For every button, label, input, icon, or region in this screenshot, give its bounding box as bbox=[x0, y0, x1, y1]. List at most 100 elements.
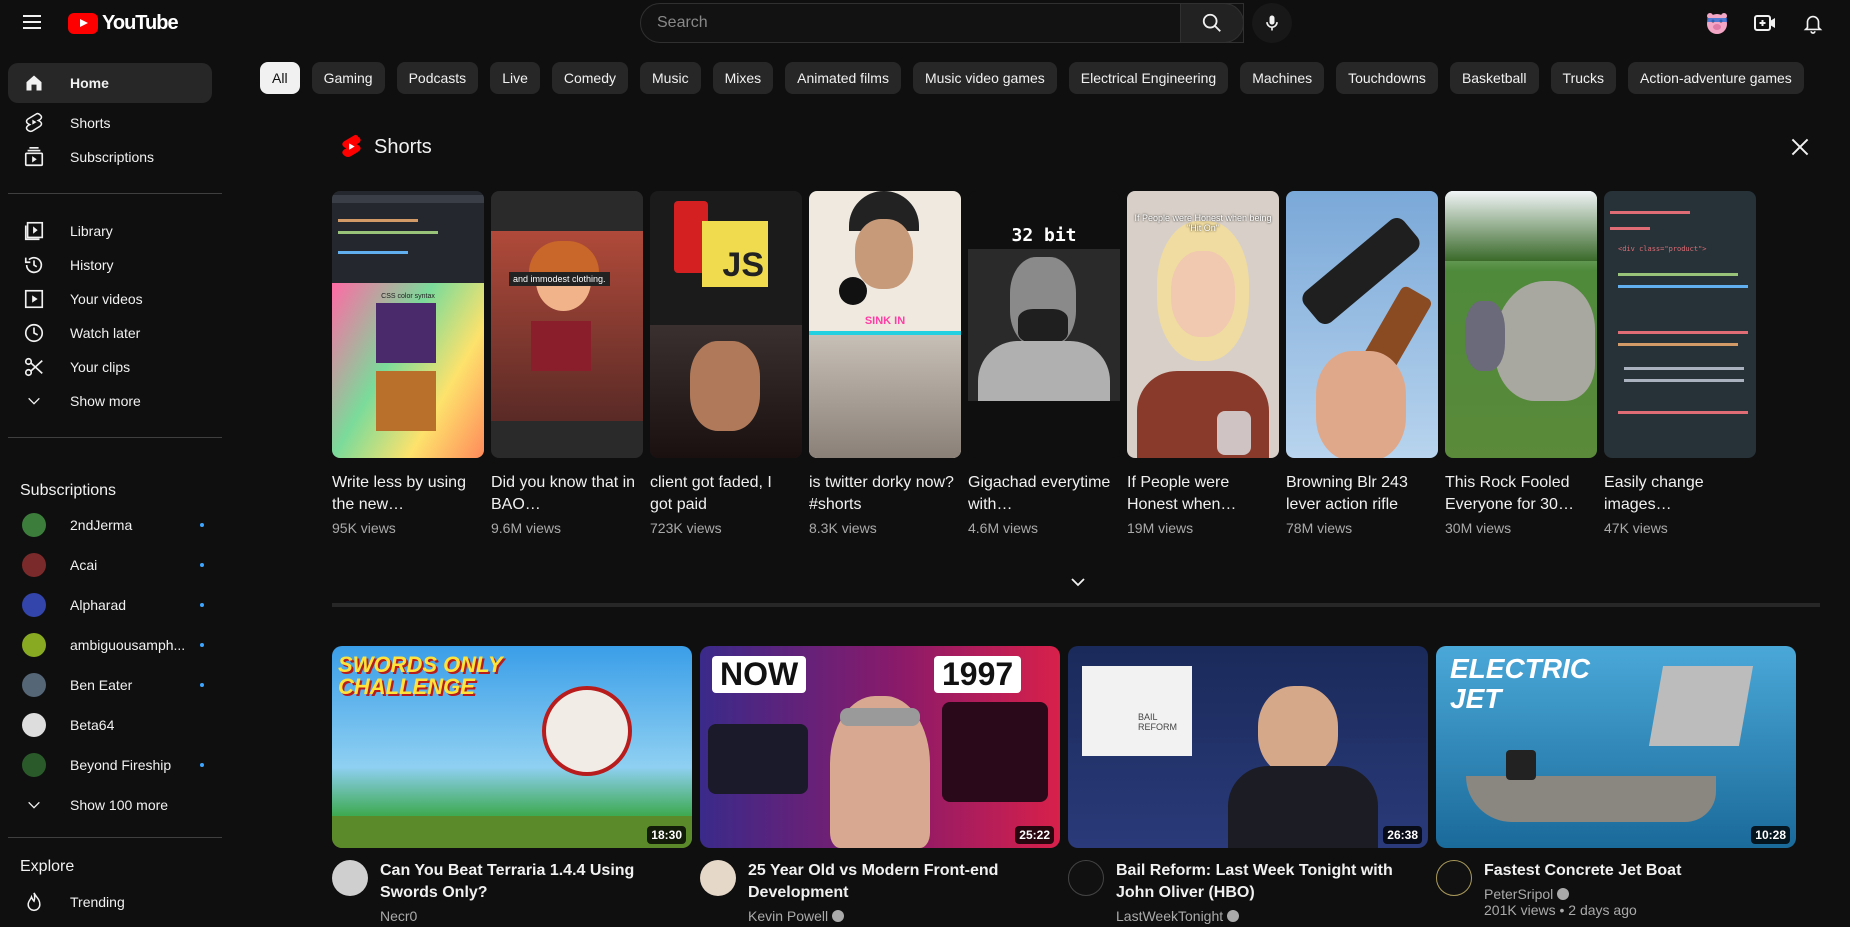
short-title[interactable]: Write less by using the new… bbox=[332, 472, 480, 516]
voice-search-button[interactable] bbox=[1252, 3, 1292, 43]
video-card[interactable]: SWORDS ONLY CHALLENGE 18:30 Can You Beat… bbox=[332, 646, 692, 924]
video-stats: 201K views • 2 days ago bbox=[1484, 902, 1637, 918]
short-title[interactable]: This Rock Fooled Everyone for 30… bbox=[1445, 472, 1593, 516]
video-title[interactable]: Bail Reform: Last Week Tonight with John… bbox=[1116, 860, 1416, 904]
short-thumbnail[interactable] bbox=[1445, 191, 1597, 458]
notifications-button[interactable] bbox=[1793, 3, 1833, 43]
your-videos-icon bbox=[22, 287, 46, 311]
short-title[interactable]: Browning Blr 243 lever action rifle bbox=[1286, 472, 1434, 516]
short-card[interactable]: <div class="product"> Easily change imag… bbox=[1604, 191, 1756, 536]
video-card[interactable]: BAIL REFORM 26:38 Bail Reform: Last Week… bbox=[1068, 646, 1428, 924]
video-thumbnail[interactable]: SWORDS ONLY CHALLENGE 18:30 bbox=[332, 646, 692, 848]
short-title[interactable]: If People were Honest when… bbox=[1127, 472, 1275, 516]
video-title[interactable]: 25 Year Old vs Modern Front-end Developm… bbox=[748, 860, 1048, 904]
chip[interactable]: Machines bbox=[1240, 62, 1325, 94]
channel-avatar[interactable] bbox=[332, 860, 368, 896]
video-thumbnail[interactable]: NOW 1997 25:22 bbox=[700, 646, 1060, 848]
short-card[interactable]: SINK IN is twitter dorky now? #shorts 8.… bbox=[809, 191, 961, 536]
short-title[interactable]: is twitter dorky now? #shorts bbox=[809, 472, 957, 516]
chip-all[interactable]: All bbox=[260, 62, 300, 94]
channel-avatar bbox=[22, 553, 46, 577]
chip[interactable]: Animated films bbox=[785, 62, 901, 94]
account-avatar[interactable] bbox=[1697, 3, 1737, 43]
subscription-item[interactable]: Ben Eater bbox=[8, 665, 212, 705]
short-card[interactable]: This Rock Fooled Everyone for 30… 30M vi… bbox=[1445, 191, 1597, 536]
chip[interactable]: Trucks bbox=[1550, 62, 1617, 94]
chevron-down-icon[interactable] bbox=[1066, 570, 1090, 594]
video-thumbnail[interactable]: ELECTRIC JET 10:28 bbox=[1436, 646, 1796, 848]
short-card[interactable]: CSS color syntax Write less by using the… bbox=[332, 191, 484, 536]
video-duration: 10:28 bbox=[1751, 826, 1790, 844]
trending-icon bbox=[22, 890, 46, 914]
chip[interactable]: Mixes bbox=[712, 62, 774, 94]
chip[interactable]: Music bbox=[640, 62, 701, 94]
channel-avatar[interactable] bbox=[1436, 860, 1472, 896]
thumbnail-caption: NOW bbox=[712, 656, 807, 693]
youtube-logo[interactable]: YouTube bbox=[68, 12, 179, 34]
subscription-item[interactable]: Acai bbox=[8, 545, 212, 585]
chip[interactable]: Live bbox=[490, 62, 540, 94]
subscription-item[interactable]: Beyond Fireship bbox=[8, 745, 212, 785]
channel-avatar[interactable] bbox=[700, 860, 736, 896]
short-thumbnail[interactable]: JS bbox=[650, 191, 802, 458]
short-card[interactable]: Browning Blr 243 lever action rifle 78M … bbox=[1286, 191, 1438, 536]
sidebar-item-subscriptions[interactable]: Subscriptions bbox=[8, 137, 212, 177]
video-title[interactable]: Fastest Concrete Jet Boat bbox=[1484, 860, 1784, 882]
sidebar-show-more[interactable]: Show more bbox=[8, 381, 212, 421]
subscription-item[interactable]: Beta64 bbox=[8, 705, 212, 745]
channel-name[interactable]: Kevin Powell bbox=[748, 908, 828, 924]
short-title[interactable]: Did you know that in BAO… bbox=[491, 472, 639, 516]
video-card[interactable]: ELECTRIC JET 10:28 Fastest Concrete Jet … bbox=[1436, 646, 1796, 918]
chip[interactable]: Action-adventure games bbox=[1628, 62, 1804, 94]
short-title[interactable]: client got faded, I got paid bbox=[650, 472, 798, 516]
channel-name: 2ndJerma bbox=[70, 517, 133, 533]
shorts-shelf-header: Shorts bbox=[340, 134, 432, 160]
subscription-item[interactable]: 2ndJerma bbox=[8, 505, 212, 545]
short-thumbnail[interactable]: CSS color syntax bbox=[332, 191, 484, 458]
close-icon[interactable] bbox=[1787, 134, 1813, 160]
video-title[interactable]: Can You Beat Terraria 1.4.4 Using Swords… bbox=[380, 860, 680, 904]
channel-name[interactable]: PeterSripol bbox=[1484, 886, 1553, 902]
search-input[interactable] bbox=[641, 4, 1243, 42]
short-thumbnail[interactable]: <div class="product"> bbox=[1604, 191, 1756, 458]
video-card[interactable]: NOW 1997 25:22 25 Year Old vs Modern Fro… bbox=[700, 646, 1060, 924]
channel-avatar[interactable] bbox=[1068, 860, 1104, 896]
short-title[interactable]: Gigachad everytime with… bbox=[968, 472, 1116, 516]
short-title[interactable]: Easily change images… bbox=[1604, 472, 1752, 516]
subscription-item[interactable]: ambiguousamph... bbox=[8, 625, 212, 665]
chip[interactable]: Touchdowns bbox=[1336, 62, 1438, 94]
short-card[interactable]: JS client got faded, I got paid 723K vie… bbox=[650, 191, 802, 536]
short-thumbnail[interactable]: If People were Honest when being "Hit On… bbox=[1127, 191, 1279, 458]
sidebar-item-trending[interactable]: Trending bbox=[8, 882, 212, 922]
short-card[interactable]: If People were Honest when being "Hit On… bbox=[1127, 191, 1279, 536]
chip[interactable]: Electrical Engineering bbox=[1068, 62, 1229, 94]
channel-name[interactable]: LastWeekTonight bbox=[1116, 908, 1223, 924]
short-card[interactable]: and immodest clothing. Did you know that… bbox=[491, 191, 643, 536]
channel-name: Acai bbox=[70, 557, 98, 573]
history-icon bbox=[22, 253, 46, 277]
chip[interactable]: Music video games bbox=[912, 62, 1057, 94]
chip[interactable]: Comedy bbox=[551, 62, 629, 94]
channel-name[interactable]: Necr0 bbox=[380, 908, 417, 924]
short-thumbnail[interactable] bbox=[1286, 191, 1438, 458]
short-thumbnail[interactable]: 32 bit bbox=[968, 191, 1120, 458]
chip[interactable]: Basketball bbox=[1449, 62, 1539, 94]
channel-avatar bbox=[22, 673, 46, 697]
sidebar-item-label: Show more bbox=[70, 393, 141, 409]
menu-icon[interactable] bbox=[20, 11, 44, 35]
create-button[interactable] bbox=[1745, 3, 1785, 43]
sidebar-item-home[interactable]: Home bbox=[8, 63, 212, 103]
subscription-item[interactable]: Alpharad bbox=[8, 585, 212, 625]
video-thumbnail[interactable]: BAIL REFORM 26:38 bbox=[1068, 646, 1428, 848]
chip[interactable]: Gaming bbox=[311, 62, 385, 94]
short-views: 723K views bbox=[650, 520, 722, 536]
sidebar: Home Shorts Subscriptions Library Histor… bbox=[0, 56, 236, 927]
search-icon bbox=[1202, 13, 1221, 32]
search-button[interactable] bbox=[1180, 3, 1244, 43]
show-more-subscriptions[interactable]: Show 100 more bbox=[8, 785, 212, 825]
short-thumbnail[interactable]: and immodest clothing. bbox=[491, 191, 643, 458]
short-card[interactable]: 32 bit Gigachad everytime with… 4.6M vie… bbox=[968, 191, 1120, 536]
chevron-down-icon bbox=[22, 793, 46, 817]
short-thumbnail[interactable]: SINK IN bbox=[809, 191, 961, 458]
chip[interactable]: Podcasts bbox=[396, 62, 479, 94]
